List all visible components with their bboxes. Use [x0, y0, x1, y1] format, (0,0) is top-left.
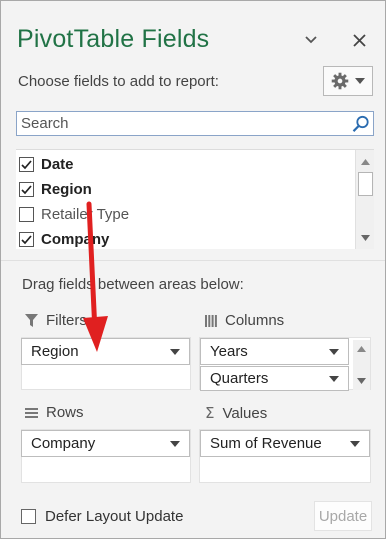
values-area-header: Σ Values: [205, 404, 267, 422]
triangle-up-icon: [357, 346, 366, 352]
field-checkbox-region[interactable]: [19, 182, 34, 197]
filters-area-header: Filters: [25, 312, 87, 329]
pill-label: Years: [210, 343, 248, 360]
pane-title: PivotTable Fields: [17, 25, 210, 53]
gear-icon: [331, 72, 349, 90]
rows-item-company[interactable]: Company: [21, 430, 190, 457]
checkmark-icon: [21, 234, 32, 244]
columns-icon: [205, 314, 217, 327]
values-area-label: Values: [222, 404, 268, 422]
scroll-up-button[interactable]: [353, 342, 370, 356]
checkmark-icon: [21, 184, 32, 194]
pill-label: Quarters: [210, 370, 269, 387]
checkmark-icon: [21, 159, 32, 169]
pill-label: Sum of Revenue: [210, 435, 322, 452]
choose-fields-label: Choose fields to add to report:: [18, 73, 219, 90]
field-label: Region: [41, 181, 92, 198]
defer-layout-label: Defer Layout Update: [45, 508, 184, 525]
field-label: Date: [41, 156, 74, 173]
scroll-up-button[interactable]: [356, 153, 375, 170]
pill-label: Company: [31, 435, 96, 452]
pill-label: Region: [31, 343, 79, 360]
rows-area-header: Rows: [25, 404, 84, 421]
values-item-sum-of-revenue[interactable]: Sum of Revenue: [200, 430, 370, 457]
triangle-down-icon: [329, 348, 339, 355]
section-divider: [1, 260, 385, 261]
update-button: Update: [314, 501, 372, 531]
pane-options-button[interactable]: [300, 27, 322, 53]
field-list: Date Region Retailer Type Company: [16, 149, 374, 249]
field-checkbox-company[interactable]: [19, 232, 34, 247]
columns-area-header: Columns: [205, 312, 284, 329]
filter-icon: [25, 314, 38, 327]
field-item-region[interactable]: Region: [19, 177, 92, 202]
triangle-down-icon: [357, 378, 366, 384]
defer-layout-update[interactable]: Defer Layout Update: [21, 508, 183, 525]
sigma-icon: Σ: [205, 404, 215, 422]
triangle-down-icon: [329, 375, 339, 382]
rows-icon: [25, 407, 38, 418]
triangle-down-icon: [170, 440, 180, 447]
field-checkbox-date[interactable]: [19, 157, 34, 172]
triangle-down-icon: [361, 234, 370, 241]
triangle-down-icon: [170, 348, 180, 355]
field-label: Company: [41, 231, 110, 248]
search-icon: [352, 115, 369, 132]
drag-fields-label: Drag fields between areas below:: [22, 276, 244, 293]
scroll-thumb[interactable]: [358, 172, 373, 196]
columns-area-label: Columns: [225, 312, 285, 329]
field-label: Retailer Type: [41, 206, 130, 223]
filters-item-region[interactable]: Region: [21, 338, 190, 365]
columns-area-scrollbar[interactable]: [353, 340, 370, 390]
scroll-down-button[interactable]: [356, 229, 375, 246]
search-input[interactable]: [17, 112, 349, 135]
close-icon: [352, 33, 366, 47]
triangle-down-icon: [350, 440, 360, 447]
columns-item-quarters[interactable]: Quarters: [200, 366, 349, 391]
chevron-down-icon: [305, 36, 317, 44]
columns-item-years[interactable]: Years: [200, 338, 349, 365]
field-list-scrollbar[interactable]: [355, 150, 374, 249]
search-button[interactable]: [349, 112, 373, 136]
defer-layout-checkbox[interactable]: [21, 509, 36, 524]
field-item-date[interactable]: Date: [19, 152, 74, 177]
tools-button[interactable]: [323, 66, 373, 96]
rows-area-label: Rows: [46, 404, 84, 421]
triangle-up-icon: [361, 158, 370, 165]
close-button[interactable]: [348, 27, 370, 53]
chevron-down-icon: [355, 78, 365, 84]
filters-area-label: Filters: [46, 312, 87, 329]
field-item-company[interactable]: Company: [19, 227, 109, 252]
pivottable-fields-pane: PivotTable Fields Choose fields to add t…: [0, 0, 386, 539]
scroll-down-button[interactable]: [353, 374, 370, 388]
field-checkbox-retailer-type[interactable]: [19, 207, 34, 222]
field-item-retailer-type[interactable]: Retailer Type: [19, 202, 129, 227]
search-box: [16, 111, 374, 136]
